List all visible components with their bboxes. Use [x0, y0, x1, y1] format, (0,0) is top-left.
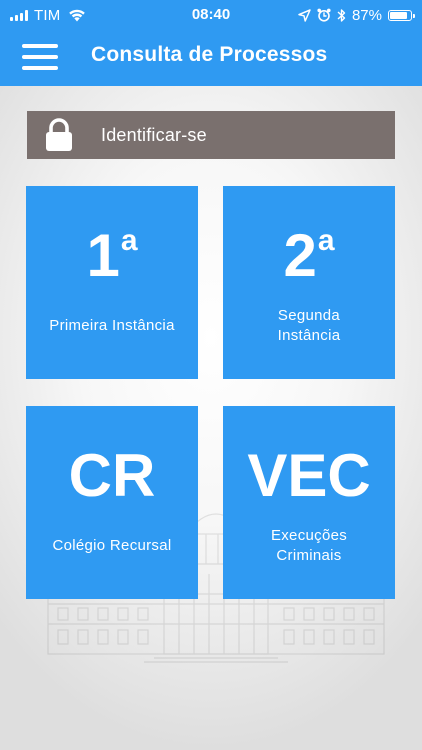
tile-label: Colégio Recursal [52, 537, 172, 554]
tile-label: Primeira Instância [49, 317, 175, 334]
battery-icon [388, 9, 415, 21]
status-bar: TIM 08:40 87% [0, 0, 422, 30]
tile-ordinal: 2a [283, 222, 335, 289]
location-arrow-icon [298, 8, 311, 22]
app-root: TIM 08:40 87% Consulta de Processos Iden… [0, 0, 422, 750]
tile-abbreviation: VEC [247, 442, 371, 509]
hamburger-menu-icon[interactable] [22, 43, 58, 71]
status-right: 87% [298, 6, 415, 24]
identify-label: Identificar-se [101, 125, 207, 145]
tile-colegio-recursal[interactable]: CR Colégio Recursal [26, 406, 198, 599]
tile-label: Execuções Criminais [270, 527, 348, 564]
identify-button[interactable]: Identificar-se [27, 111, 395, 159]
bluetooth-icon [337, 8, 346, 22]
tile-primeira-instancia[interactable]: 1a Primeira Instância [26, 186, 198, 379]
battery-level-fill [390, 11, 408, 19]
tile-abbreviation: CR [68, 442, 156, 509]
alarm-clock-icon [317, 8, 331, 22]
tile-ordinal: 1a [86, 222, 138, 289]
lock-icon [46, 118, 72, 151]
page-title: Consulta de Processos [91, 43, 328, 66]
battery-percent: 87% [351, 6, 382, 24]
nav-bar: Consulta de Processos [0, 30, 422, 86]
tile-execucoes-criminais[interactable]: VEC Execuções Criminais [223, 406, 395, 599]
tile-label: Segunda Instância [277, 307, 341, 344]
tile-segunda-instancia[interactable]: 2a Segunda Instância [223, 186, 395, 379]
top-bar: TIM 08:40 87% Consulta de Processos [0, 0, 422, 86]
